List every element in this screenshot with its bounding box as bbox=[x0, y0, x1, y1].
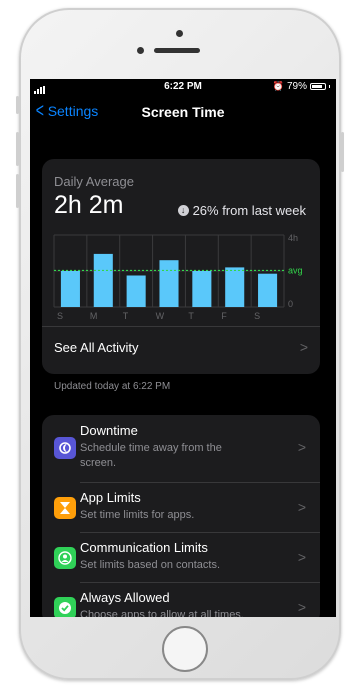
chart-bar bbox=[93, 253, 113, 307]
downtime-row[interactable]: Downtime Schedule time away from the scr… bbox=[42, 415, 320, 483]
battery-icon bbox=[310, 83, 326, 90]
navigation-bar: < Settings Screen Time bbox=[30, 95, 336, 129]
chart-x-tick-label: T bbox=[188, 311, 194, 321]
chart-bar bbox=[192, 271, 212, 307]
down-arrow-icon: ↓ bbox=[177, 205, 189, 216]
usage-chart[interactable]: avg 4h 0 S M T W T F S bbox=[42, 231, 320, 323]
app-limits-title: App Limits bbox=[80, 490, 141, 505]
status-bar: 6:22 PM ⏰ 79% bbox=[30, 79, 336, 95]
see-all-activity-label: See All Activity bbox=[54, 340, 139, 355]
contact-icon bbox=[54, 547, 76, 569]
chevron-right-icon: > bbox=[297, 599, 306, 615]
screen: 6:22 PM ⏰ 79% < Settings Screen Time Dai… bbox=[30, 79, 336, 617]
chart-bar bbox=[60, 271, 80, 307]
volume-up-button bbox=[16, 132, 19, 166]
chart-x-tick-label: S bbox=[57, 311, 63, 321]
proximity-sensor bbox=[137, 47, 144, 54]
battery-percent: 79% bbox=[286, 81, 307, 92]
daily-average-card[interactable]: Daily Average 2h 2m ↓ 26% from last week… bbox=[42, 159, 320, 374]
app-limits-row[interactable]: App Limits Set time limits for apps. > bbox=[42, 483, 320, 533]
daily-average-label: Daily Average bbox=[54, 174, 134, 189]
chart-average-label: avg bbox=[288, 265, 303, 275]
see-all-activity-button[interactable]: See All Activity > bbox=[42, 334, 320, 370]
trend-text: 26% from last week bbox=[192, 203, 306, 218]
chart-x-tick-label: F bbox=[221, 311, 227, 321]
chevron-right-icon: > bbox=[299, 339, 308, 355]
communication-limits-title: Communication Limits bbox=[80, 540, 208, 555]
trend-indicator: ↓ 26% from last week bbox=[177, 203, 306, 218]
moon-icon bbox=[54, 437, 76, 459]
settings-list: Downtime Schedule time away from the scr… bbox=[42, 415, 320, 617]
chevron-right-icon: > bbox=[297, 549, 306, 565]
always-allowed-row[interactable]: Always Allowed Choose apps to allow at a… bbox=[42, 583, 320, 617]
page-title: Screen Time bbox=[141, 104, 225, 120]
chart-x-tick-label: W bbox=[156, 311, 165, 321]
alarm-icon: ⏰ bbox=[272, 81, 284, 91]
communication-limits-row[interactable]: Communication Limits Set limits based on… bbox=[42, 533, 320, 583]
chart-bar bbox=[126, 275, 146, 307]
power-button bbox=[341, 132, 344, 172]
downtime-title: Downtime bbox=[80, 423, 138, 438]
chart-y-tick-label: 0 bbox=[288, 299, 293, 309]
mute-switch bbox=[16, 96, 19, 114]
chart-x-tick-label: M bbox=[90, 311, 98, 321]
front-camera bbox=[176, 30, 183, 37]
downtime-subtitle: Schedule time away from the screen. bbox=[80, 442, 222, 469]
chart-x-tick-label: S bbox=[254, 311, 260, 321]
chart-y-tick-label: 4h bbox=[288, 233, 298, 243]
checkmark-icon bbox=[54, 597, 76, 617]
chart-bar bbox=[159, 260, 179, 307]
card-divider bbox=[42, 326, 320, 327]
volume-down-button bbox=[16, 174, 19, 208]
updated-text: Updated today at 6:22 PM bbox=[54, 381, 171, 392]
always-allowed-subtitle: Choose apps to allow at all times. bbox=[80, 609, 244, 617]
chevron-right-icon: > bbox=[297, 439, 306, 455]
daily-average-value: 2h 2m bbox=[54, 191, 124, 219]
always-allowed-title: Always Allowed bbox=[80, 590, 170, 605]
app-limits-subtitle: Set time limits for apps. bbox=[80, 509, 195, 521]
communication-limits-subtitle: Set limits based on contacts. bbox=[80, 559, 221, 571]
chart-bar bbox=[225, 267, 245, 307]
chart-bar bbox=[258, 273, 278, 307]
earpiece-speaker bbox=[154, 48, 200, 53]
chevron-right-icon: > bbox=[297, 499, 306, 515]
chart-x-tick-label: T bbox=[123, 311, 129, 321]
hourglass-icon bbox=[54, 497, 76, 519]
home-button[interactable] bbox=[162, 626, 208, 672]
